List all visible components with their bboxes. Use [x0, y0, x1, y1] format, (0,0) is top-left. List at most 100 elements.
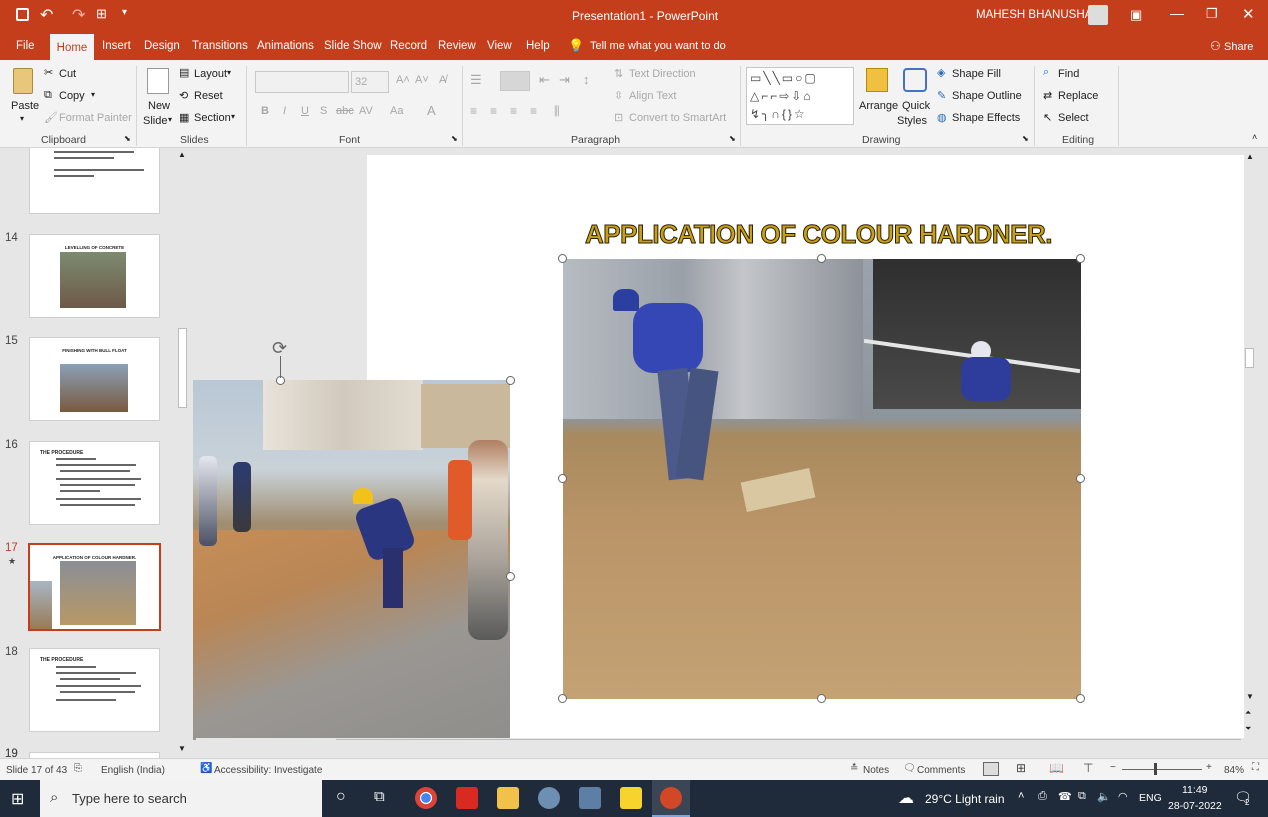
find-button[interactable]: Find [1058, 68, 1079, 80]
scroll-up-icon[interactable]: ▲ [178, 150, 186, 159]
new-slide-label-2[interactable]: Slide [143, 115, 167, 127]
resize-handle[interactable] [558, 694, 567, 703]
new-slide-label-1[interactable]: New [148, 100, 170, 112]
align-right-icon[interactable]: ≡ [510, 104, 517, 118]
resize-handle[interactable] [558, 254, 567, 263]
volume-icon[interactable]: 🔈 [1097, 790, 1111, 803]
bold-icon[interactable]: B [261, 105, 269, 117]
tell-me-search[interactable]: Tell me what you want to do [590, 40, 726, 52]
bullets-icon[interactable]: ☰ [470, 72, 482, 88]
clipboard-launcher-icon[interactable]: ⬊ [124, 134, 131, 143]
select-button[interactable]: Select [1058, 112, 1089, 124]
font-color-icon[interactable]: A [427, 103, 436, 118]
resize-handle[interactable] [506, 376, 515, 385]
quick-styles-icon[interactable] [903, 68, 927, 92]
align-text-button[interactable]: Align Text [629, 90, 677, 102]
section-button[interactable]: Section [194, 112, 231, 124]
scroll-left-icon[interactable]: ◀ [198, 738, 204, 740]
weather-text[interactable]: 29°C Light rain [925, 792, 1005, 806]
hardener-photo-left[interactable] [193, 380, 510, 740]
taskbar-search-box[interactable]: ⌕ Type here to search [40, 780, 322, 817]
save-icon[interactable] [16, 8, 29, 21]
slide-thumbnail[interactable]: FINISHING WITH BULL FLOAT [29, 337, 160, 421]
font-size-select[interactable]: 32 [351, 71, 389, 93]
copy-dropdown-icon[interactable]: ▾ [91, 90, 95, 99]
tab-transitions[interactable]: Transitions [186, 32, 254, 60]
scroll-thumb[interactable] [336, 739, 1241, 740]
scroll-up-icon[interactable]: ▲ [1246, 152, 1254, 161]
clock-date[interactable]: 28-07-2022 [1168, 800, 1222, 812]
cortana-icon[interactable]: ○ [336, 788, 346, 806]
calculator-icon[interactable] [579, 787, 601, 809]
slide-sorter-icon[interactable]: ⊞ [1016, 761, 1026, 775]
resize-handle[interactable] [506, 572, 515, 581]
tab-design[interactable]: Design [138, 32, 186, 60]
drawing-launcher-icon[interactable]: ⬊ [1022, 134, 1029, 143]
spellcheck-icon[interactable]: ⎘ [74, 763, 82, 774]
resize-handle[interactable] [1076, 254, 1085, 263]
scroll-thumb[interactable] [178, 328, 187, 408]
tray-app-icon[interactable]: ⧉ [1078, 790, 1086, 803]
align-left-icon[interactable]: ≡ [470, 104, 477, 118]
arrange-icon[interactable] [866, 68, 888, 92]
tray-app-icon[interactable]: ⎙ [1038, 790, 1047, 803]
scroll-down-icon[interactable]: ▼ [178, 744, 186, 753]
shrink-font-icon[interactable]: A˅ [415, 74, 429, 86]
customize-qat-icon[interactable]: ▾ [122, 7, 127, 18]
paste-dropdown-icon[interactable]: ▾ [20, 114, 24, 123]
zoom-in-icon[interactable]: + [1206, 762, 1212, 773]
acrobat-icon[interactable] [456, 787, 478, 809]
resize-handle[interactable] [817, 694, 826, 703]
next-slide-icon[interactable]: ⏷ [1245, 724, 1251, 734]
font-launcher-icon[interactable]: ⬊ [451, 134, 458, 143]
slideshow-view-icon[interactable]: ⊤ [1083, 761, 1093, 775]
windows-start-icon[interactable]: ⊞ [11, 789, 24, 809]
shape-fill-button[interactable]: Shape Fill [952, 68, 1001, 80]
strikethrough-icon[interactable]: abc [336, 105, 354, 117]
line-spacing-icon[interactable]: ↕ [583, 72, 590, 87]
normal-view-icon[interactable] [983, 762, 999, 776]
quick-styles-label-1[interactable]: Quick [902, 100, 930, 112]
slide-title[interactable]: APPLICATION OF COLOUR HARDNER. [585, 219, 1053, 250]
copy-button[interactable]: Copy [59, 90, 85, 102]
collapse-ribbon-icon[interactable]: ˄ [1252, 132, 1257, 142]
shapes-gallery[interactable]: ▭╲╲▭○▢ △⌐⌐⇨⇩⌂ ↯╮∩{}☆ [746, 67, 854, 125]
file-explorer-icon[interactable] [497, 787, 519, 809]
paragraph-launcher-icon[interactable]: ⬊ [729, 134, 736, 143]
ribbon-display-icon[interactable]: ▣ [1130, 7, 1142, 23]
text-direction-button[interactable]: Text Direction [629, 68, 696, 80]
zoom-out-icon[interactable]: − [1110, 762, 1116, 773]
resize-handle[interactable] [1076, 474, 1085, 483]
align-center-icon[interactable]: ≡ [490, 104, 497, 118]
sticky-notes-icon[interactable] [620, 787, 642, 809]
grow-font-icon[interactable]: A˄ [396, 74, 410, 86]
justify-icon[interactable]: ≡ [530, 104, 537, 118]
hardener-photo-right[interactable] [563, 259, 1081, 699]
share-button[interactable]: Share [1224, 41, 1253, 53]
arrange-button[interactable]: Arrange [859, 100, 898, 112]
clear-formatting-icon[interactable]: A̸ [439, 74, 446, 86]
zoom-slider-thumb[interactable] [1154, 763, 1157, 775]
tray-chevron-icon[interactable]: ˄ [1018, 790, 1024, 802]
shadow-icon[interactable]: S [320, 105, 327, 117]
replace-button[interactable]: Replace [1058, 90, 1098, 102]
zoom-slider[interactable] [1122, 769, 1202, 770]
notes-button[interactable]: Notes [863, 765, 889, 776]
underline-icon[interactable]: U [301, 105, 309, 117]
section-dropdown-icon[interactable]: ▾ [231, 112, 235, 121]
shape-effects-button[interactable]: Shape Effects [952, 112, 1020, 124]
tab-home[interactable]: Home [50, 34, 94, 60]
comments-button[interactable]: Comments [917, 765, 965, 776]
reset-button[interactable]: Reset [194, 90, 223, 102]
quick-styles-label-2[interactable]: Styles [897, 115, 927, 127]
avatar[interactable] [1088, 5, 1108, 25]
reading-view-icon[interactable]: 📖 [1049, 761, 1064, 775]
decrease-indent-icon[interactable]: ⇤ [539, 72, 550, 88]
clock-time[interactable]: 11:49 [1182, 784, 1208, 796]
settings-app-icon[interactable] [538, 787, 560, 809]
paste-icon[interactable] [13, 68, 33, 94]
zoom-level[interactable]: 84% [1224, 765, 1244, 776]
cut-button[interactable]: Cut [59, 68, 76, 80]
change-case-icon[interactable]: Aa [390, 105, 403, 117]
powerpoint-taskbar-button[interactable] [652, 780, 690, 817]
